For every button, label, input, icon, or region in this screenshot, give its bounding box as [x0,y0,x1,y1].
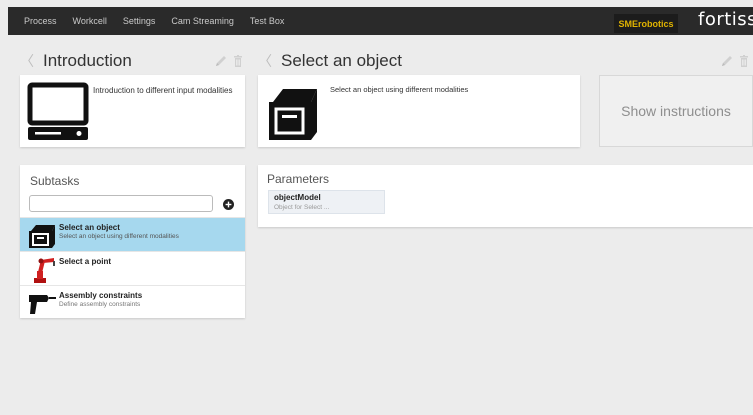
subtask-description: Select an object using different modalit… [59,233,179,240]
edit-pencil-icon[interactable] [720,54,734,68]
subtask-title: Select a point [59,257,112,266]
trash-icon[interactable] [737,54,751,68]
parent-task-card: Introduction to different input modaliti… [20,75,245,147]
subtask-item-select-object[interactable]: Select an object Select an object using … [20,217,245,251]
box-icon [29,225,55,248]
back-chevron-icon[interactable]: 〈 [258,51,272,71]
subtask-item-assembly-constraints[interactable]: Assembly constraints Define assembly con… [20,285,245,319]
nav-item-process[interactable]: Process [24,16,57,26]
box-icon [269,89,317,140]
current-task-title: Select an object [281,51,402,70]
nav-item-cam-streaming[interactable]: Cam Streaming [171,16,234,26]
parameters-title: Parameters [267,172,330,186]
parameter-name: objectModel [274,193,321,202]
show-instructions-button[interactable]: Show instructions [599,75,753,147]
smerobotics-logo: SMErobotics [614,14,678,33]
add-subtask-icon[interactable] [223,199,234,210]
parameters-panel: Parameters objectModel Object for Select… [258,165,753,227]
subtasks-panel: Subtasks Select an object Select an obje… [20,165,245,318]
subtask-search-input[interactable] [29,195,213,212]
subtask-item-select-point[interactable]: Select a point [20,251,245,285]
computer-icon [27,82,89,140]
robot-arm-icon [34,258,55,283]
nav-item-workcell[interactable]: Workcell [73,16,107,26]
trash-icon[interactable] [231,54,245,68]
parameter-description: Object for Select ... [274,204,330,211]
drill-icon [29,295,56,314]
parent-task-header: 〈 Introduction [20,50,245,72]
subtask-title: Select an object [59,223,120,232]
top-nav-bar: Process Workcell Settings Cam Streaming … [8,7,753,35]
subtask-title: Assembly constraints [59,291,143,300]
parameter-object-model[interactable]: objectModel Object for Select ... [268,190,385,214]
subtask-description: Define assembly constraints [59,301,141,308]
back-chevron-icon[interactable]: 〈 [20,51,34,71]
current-task-header: 〈 Select an object [258,50,753,72]
fortiss-logo: fortiss [698,9,753,30]
parent-task-description: Introduction to different input modaliti… [93,86,233,95]
nav-item-settings[interactable]: Settings [123,16,156,26]
parent-task-title: Introduction [43,51,132,70]
nav-item-test-box[interactable]: Test Box [250,16,285,26]
subtasks-title: Subtasks [30,174,80,188]
current-task-card: Select an object using different modalit… [258,75,580,147]
edit-pencil-icon[interactable] [214,54,228,68]
current-task-description: Select an object using different modalit… [330,85,469,94]
